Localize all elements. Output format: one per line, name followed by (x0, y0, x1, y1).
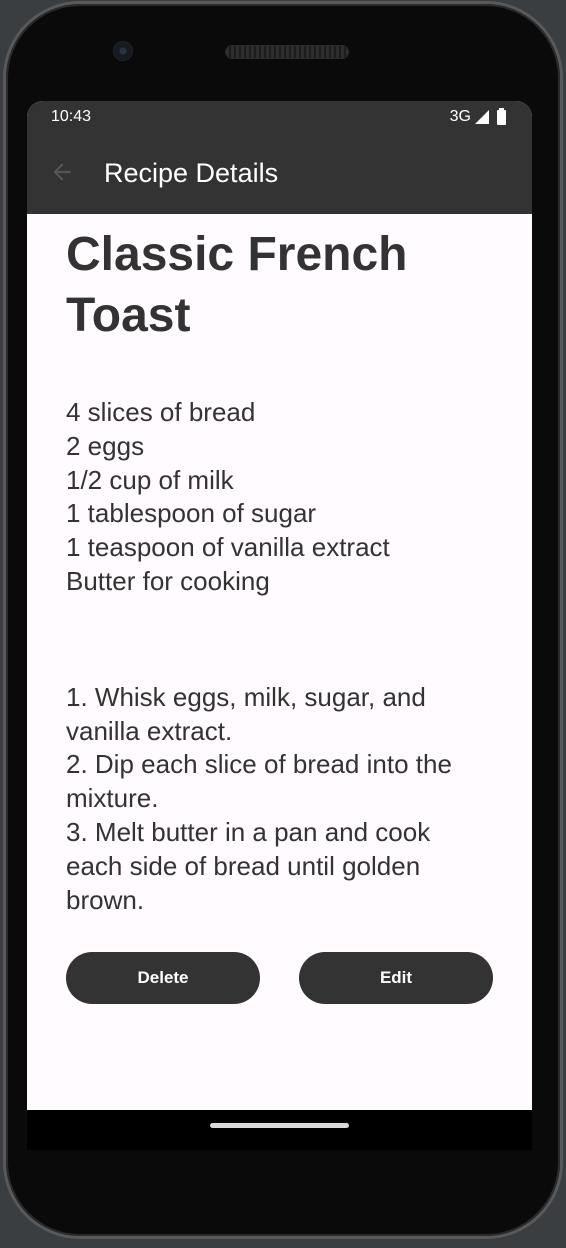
instructions: 1. Whisk eggs, milk, sugar, and vanilla … (66, 681, 506, 918)
instruction-line: each side of bread until golden (66, 850, 421, 881)
device-frame: 10:43 3G Recipe Details Classic French T… (0, 0, 566, 1248)
ingredient-item: Butter for cooking (66, 565, 270, 596)
instruction-line: vanilla extract. (66, 715, 233, 746)
navigation-bar (27, 1110, 532, 1150)
ingredient-item: 1/2 cup of milk (66, 464, 234, 495)
instruction-line: 2. Dip each slice of bread into the (66, 749, 452, 780)
signal-icon (475, 110, 489, 124)
screen: 10:43 3G Recipe Details Classic French T… (27, 101, 532, 1110)
recipe-content: Classic French Toast 4 slices of bread 2… (66, 214, 506, 917)
home-gesture-handle[interactable] (210, 1123, 349, 1128)
ingredient-item: 2 eggs (66, 430, 145, 461)
app-bar: Recipe Details (27, 133, 532, 214)
earpiece-speaker (226, 46, 348, 58)
ingredient-item: 1 teaspoon of vanilla extract (66, 532, 390, 563)
instruction-line: 3. Melt butter in a pan and cook (66, 816, 431, 847)
network-type: 3G (449, 108, 471, 125)
delete-button[interactable]: Delete (66, 952, 260, 1004)
edit-button[interactable]: Edit (299, 952, 493, 1004)
front-camera-icon (114, 42, 132, 60)
status-indicators: 3G (449, 107, 506, 126)
instruction-line: 1. Whisk eggs, milk, sugar, and (66, 681, 426, 712)
battery-icon (497, 107, 506, 125)
instruction-line: brown. (66, 884, 145, 915)
instruction-line: mixture. (66, 783, 159, 814)
arrow-back-icon[interactable] (49, 159, 75, 185)
page-title: Recipe Details (104, 158, 279, 188)
recipe-title: Classic French Toast (66, 224, 506, 346)
status-time: 10:43 (51, 108, 92, 125)
recipe-title-line: Toast (66, 289, 191, 342)
ingredient-item: 4 slices of bread (66, 397, 256, 427)
recipe-title-line: Classic French (66, 228, 408, 281)
status-bar: 10:43 3G (27, 101, 532, 133)
ingredient-item: 1 tablespoon of sugar (66, 498, 317, 529)
action-buttons: Delete Edit (66, 952, 493, 1004)
ingredients-list: 4 slices of bread 2 eggs 1/2 cup of milk… (66, 396, 506, 599)
